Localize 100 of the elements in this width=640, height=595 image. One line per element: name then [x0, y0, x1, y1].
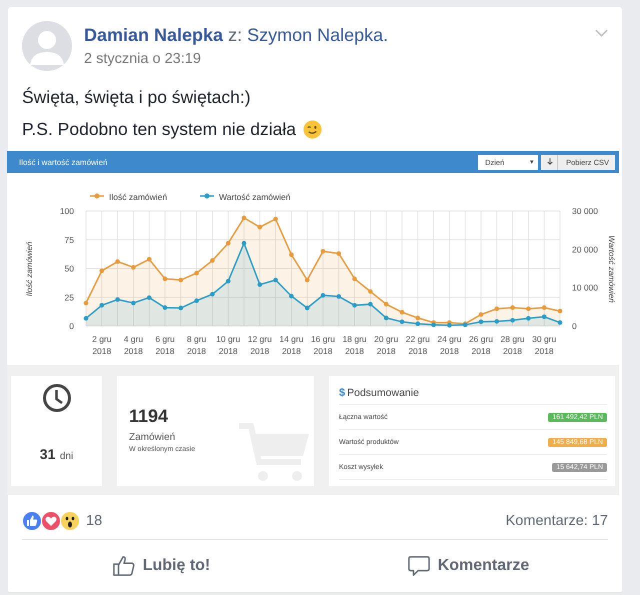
- point: [100, 268, 104, 274]
- point: [226, 278, 230, 284]
- point: [510, 318, 515, 323]
- axis-tick-label: 14 gru 2018: [279, 334, 304, 356]
- point: [368, 302, 373, 306]
- axis-tick-label: 30 000: [572, 206, 598, 216]
- point: [416, 316, 420, 320]
- point: [210, 292, 215, 296]
- download-icon: [547, 158, 554, 166]
- point: [162, 305, 168, 310]
- wink-emoji-icon: [303, 120, 322, 138]
- author-name[interactable]: Damian Nalepka: [84, 25, 224, 45]
- comments-count[interactable]: Komentarze: 17: [506, 513, 608, 529]
- point: [478, 312, 484, 317]
- axis-tick-label: 10 gru 2018: [216, 334, 240, 356]
- post-text: Święta, święta i po świętach:): [22, 86, 251, 108]
- with-label: z:: [228, 25, 242, 45]
- axis-tick-label: 16 gru 2018: [310, 334, 336, 356]
- axis-tick-label: 28 gru 2018: [500, 334, 525, 356]
- reaction-count[interactable]: 18: [86, 513, 102, 529]
- clock-icon: [42, 383, 72, 413]
- point: [242, 240, 246, 246]
- comment-button[interactable]: Komentarze: [315, 540, 622, 592]
- point: [336, 251, 342, 256]
- point: [242, 216, 246, 220]
- point: [115, 259, 120, 264]
- axis-tick-label: 10 000: [572, 282, 598, 293]
- point: [304, 278, 310, 282]
- axis-tick-label: 30 gru 2018: [532, 334, 556, 356]
- thumbs-up-icon: [112, 555, 135, 577]
- like-reaction-icon[interactable]: [22, 511, 42, 531]
- point: [226, 240, 230, 246]
- legend-label[interactable]: Wartość zamówień: [219, 192, 290, 202]
- point: [558, 320, 562, 325]
- point: [542, 305, 546, 310]
- axis-tick-label: 6 gru 2018: [155, 334, 175, 356]
- point: [526, 306, 531, 312]
- point: [542, 314, 546, 320]
- point: [320, 293, 326, 298]
- point: [510, 305, 515, 310]
- point: [194, 270, 199, 276]
- axis-tick-label: 18 gru 2018: [342, 334, 367, 356]
- point: [494, 319, 500, 324]
- point: [84, 316, 88, 321]
- point: [115, 297, 120, 302]
- axis-tick-label: 0: [572, 321, 577, 331]
- chevron-down-icon[interactable]: [595, 29, 608, 37]
- days-value: 31: [40, 446, 56, 462]
- point: [194, 298, 199, 303]
- like-button[interactable]: Lubię to!: [8, 540, 315, 592]
- point: [416, 321, 420, 326]
- axis-tick-label: 8 gru 2018: [186, 334, 206, 356]
- point: [400, 310, 404, 314]
- axis-tick-label: 75: [64, 234, 74, 245]
- point: [368, 289, 373, 294]
- legend-marker: [90, 194, 104, 198]
- point: [384, 316, 388, 320]
- point: [100, 303, 104, 308]
- axis-tick-label: 2 gru 2018: [92, 334, 112, 356]
- point: [258, 282, 262, 287]
- tagged-name[interactable]: Szymon Nalepka.: [247, 25, 388, 45]
- point: [352, 303, 357, 308]
- axis-title: Wartość zamówień: [607, 235, 616, 303]
- axis-tick-label: 20 000: [572, 244, 598, 254]
- summary-title: Podsumowanie: [347, 387, 419, 399]
- axis-tick-label: 50: [64, 264, 74, 274]
- point: [131, 300, 136, 306]
- point: [384, 302, 388, 306]
- days-unit: dni: [60, 451, 74, 462]
- point: [146, 257, 152, 262]
- point: [178, 306, 184, 310]
- axis-tick-label: 100: [60, 206, 74, 216]
- point: [162, 276, 168, 282]
- legend-label[interactable]: Ilość zamówień: [109, 192, 168, 202]
- point: [494, 306, 500, 312]
- point: [289, 294, 294, 298]
- post-text: P.S. Podobno ten system nie działa: [22, 118, 296, 140]
- wow-reaction-icon[interactable]: [60, 511, 80, 531]
- point: [478, 319, 484, 324]
- point: [178, 278, 184, 282]
- point: [304, 306, 310, 310]
- orders-label: Zamówień: [129, 432, 176, 443]
- point: [400, 319, 404, 324]
- heart-reaction-icon[interactable]: [41, 511, 61, 531]
- axis-tick-label: 25: [64, 292, 74, 302]
- point: [210, 258, 215, 263]
- axis-title: Ilość zamówień: [25, 242, 34, 296]
- point: [526, 316, 531, 321]
- legend-marker: [200, 194, 214, 198]
- point: [431, 322, 436, 328]
- post-date[interactable]: 2 stycznia o 23:19: [84, 51, 595, 67]
- point: [84, 300, 88, 306]
- orders-count: 1194: [129, 406, 170, 427]
- axis-tick-label: 20 gru 2018: [374, 334, 398, 356]
- panel-title: Ilość i wartość zamówień: [19, 158, 108, 166]
- point: [336, 294, 342, 299]
- dollar-icon: $: [339, 387, 346, 399]
- speech-bubble-icon: [408, 555, 430, 577]
- point: [273, 216, 278, 222]
- axis-tick-label: 22 gru 2018: [406, 334, 430, 356]
